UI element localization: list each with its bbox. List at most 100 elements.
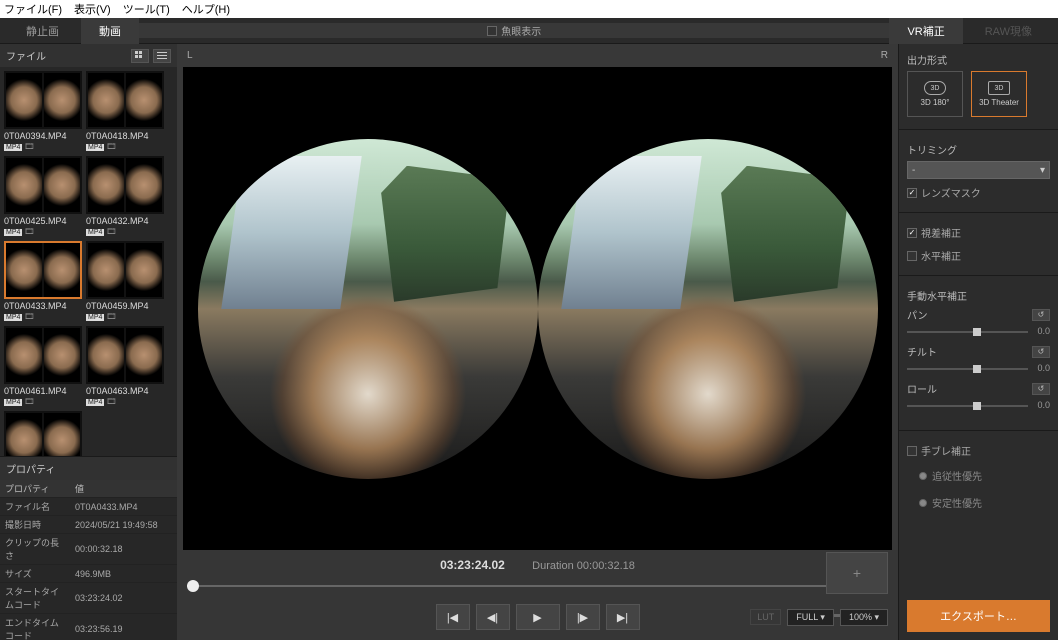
prop-val: 2024/05/21 19:49:58 xyxy=(70,516,177,534)
list-view-icon[interactable] xyxy=(153,49,171,63)
properties-header: プロパティ xyxy=(0,457,177,480)
export-button[interactable]: エクスポート… xyxy=(907,600,1050,632)
clip-icon: 🎞 xyxy=(106,397,116,406)
stabilize-label: 手ブレ補正 xyxy=(921,443,971,458)
left-eye-label: L xyxy=(187,50,193,61)
grid-view-icon[interactable] xyxy=(131,49,149,63)
output-3dtheater-button[interactable]: 3D 3D Theater xyxy=(971,71,1027,117)
tracking-priority-radio[interactable]: 追従性優先 xyxy=(919,468,1050,483)
tilt-value: 0.0 xyxy=(1037,363,1050,373)
tilt-reset-button[interactable]: ↺ xyxy=(1032,346,1050,358)
fisheye-label: 魚眼表示 xyxy=(501,23,541,38)
top-tab-bar: 静止画 動画 魚眼表示 VR補正 RAW現像 xyxy=(0,18,1058,44)
left-eye-view xyxy=(198,139,538,479)
output-3d180-button[interactable]: 3D 3D 180° xyxy=(907,71,963,117)
frame-back-button[interactable]: ◀| xyxy=(476,604,510,630)
thumbnail-item[interactable]: 0T0A0459.MP4MP4🎞 xyxy=(86,241,164,322)
clip-icon: 🎞 xyxy=(106,312,116,321)
clip-icon: 🎞 xyxy=(106,142,116,151)
center-panel: L R 03:23:24.02 Duration 00:00:32.18 🔊 xyxy=(177,44,898,640)
manual-horiz-label: 手動水平補正 xyxy=(907,288,1050,303)
clip-icon: 🎞 xyxy=(24,397,34,406)
preview-mode-select[interactable]: FULL ▾ xyxy=(787,609,834,626)
3d-icon: 3D xyxy=(924,81,946,95)
prop-val: 03:23:24.02 xyxy=(70,583,177,614)
horizontal-checkbox[interactable]: 水平補正 xyxy=(907,248,1050,263)
menu-tool[interactable]: ツール(T) xyxy=(123,1,170,17)
tab-still[interactable]: 静止画 xyxy=(8,18,77,44)
stability-priority-label: 安定性優先 xyxy=(932,495,982,510)
thumb-badge: MP4 xyxy=(4,144,22,151)
tilt-slider[interactable]: 0.0 xyxy=(907,363,1050,375)
trimming-select[interactable]: -▾ xyxy=(907,161,1050,179)
menu-view[interactable]: 表示(V) xyxy=(74,1,111,17)
zoom-select[interactable]: 100% ▾ xyxy=(840,609,888,626)
file-panel-header: ファイル xyxy=(0,44,177,67)
lut-toggle[interactable]: LUT xyxy=(750,609,781,625)
property-row: 撮影日時2024/05/21 19:49:58 xyxy=(0,516,177,534)
prop-key: ファイル名 xyxy=(0,498,70,516)
right-eye-view xyxy=(538,139,878,479)
thumb-badge: MP4 xyxy=(4,314,22,321)
parallax-label: 視差補正 xyxy=(921,225,961,240)
skip-start-button[interactable]: |◀ xyxy=(436,604,470,630)
clip-icon: 🎞 xyxy=(24,312,34,321)
thumbnail-item[interactable]: 0T0A0432.MP4MP4🎞 xyxy=(86,156,164,237)
roll-value: 0.0 xyxy=(1037,400,1050,410)
transport-bar: 03:23:24.02 Duration 00:00:32.18 🔊 |◀ ◀|… xyxy=(177,550,898,640)
roll-reset-button[interactable]: ↺ xyxy=(1032,383,1050,395)
prop-val: 0T0A0433.MP4 xyxy=(70,498,177,516)
thumbnail-item[interactable]: 0T0A0394.MP4MP4🎞 xyxy=(4,71,82,152)
pan-reset-button[interactable]: ↺ xyxy=(1032,309,1050,321)
prop-col-key: プロパティ xyxy=(0,480,70,498)
thumb-filename: 0T0A0459.MP4 xyxy=(86,301,164,311)
menu-file[interactable]: ファイル(F) xyxy=(4,1,62,17)
prop-val: 03:23:56.19 xyxy=(70,614,177,640)
skip-end-button[interactable]: ▶| xyxy=(606,604,640,630)
output-3dtheater-label: 3D Theater xyxy=(979,98,1019,107)
thumbnail-item[interactable]: 0T0A0433.MP4 MP4🎞 xyxy=(4,241,82,322)
duration-value: 00:00:32.18 xyxy=(577,560,635,572)
pan-slider[interactable]: 0.0 xyxy=(907,326,1050,338)
output-3d180-label: 3D 180° xyxy=(921,98,950,107)
prop-key: 撮影日時 xyxy=(0,516,70,534)
roll-slider[interactable]: 0.0 xyxy=(907,400,1050,412)
menu-help[interactable]: ヘルプ(H) xyxy=(182,1,230,17)
chevron-down-icon: ▾ xyxy=(1040,165,1045,176)
tab-movie[interactable]: 動画 xyxy=(81,18,139,44)
tilt-label: チルト xyxy=(907,344,937,359)
thumbnail-item[interactable]: 0T0A0418.MP4MP4🎞 xyxy=(86,71,164,152)
pan-label: パン xyxy=(907,307,928,322)
trimming-value: - xyxy=(912,165,915,176)
thumb-badge: MP4 xyxy=(86,399,104,406)
lens-mask-label: レンズマスク xyxy=(921,185,981,200)
stabilize-checkbox[interactable]: 手ブレ補正 xyxy=(907,443,1050,458)
prop-key: クリップの長さ xyxy=(0,534,70,565)
3d-theater-icon: 3D xyxy=(988,81,1010,95)
clip-icon: 🎞 xyxy=(24,227,34,236)
play-button[interactable]: ▶ xyxy=(516,604,560,630)
thumbnail-item[interactable]: 0T0A0425.MP4MP4🎞 xyxy=(4,156,82,237)
tab-raw: RAW現像 xyxy=(967,18,1050,44)
thumb-filename: 0T0A0433.MP4 xyxy=(4,301,82,311)
thumbnail-item[interactable]: 0T0A0464.MP4MP4🎞 xyxy=(4,411,82,456)
seek-bar[interactable]: 🔊 xyxy=(187,578,888,594)
vr-preview xyxy=(183,67,892,550)
thumbnail-item[interactable]: 0T0A0463.MP4MP4🎞 xyxy=(86,326,164,407)
property-row: クリップの長さ00:00:32.18 xyxy=(0,534,177,565)
property-row: スタートタイムコード03:23:24.02 xyxy=(0,583,177,614)
fisheye-checkbox[interactable]: 魚眼表示 xyxy=(487,23,541,38)
thumbnail-item[interactable]: 0T0A0461.MP4MP4🎞 xyxy=(4,326,82,407)
prop-key: エンドタイムコード xyxy=(0,614,70,640)
right-eye-label: R xyxy=(881,50,888,61)
stability-priority-radio[interactable]: 安定性優先 xyxy=(919,495,1050,510)
parallax-checkbox[interactable]: 視差補正 xyxy=(907,225,1050,240)
lens-mask-checkbox[interactable]: レンズマスク xyxy=(907,185,981,200)
horizontal-label: 水平補正 xyxy=(921,248,961,263)
frame-fwd-button[interactable]: |▶ xyxy=(566,604,600,630)
property-row: ファイル名0T0A0433.MP4 xyxy=(0,498,177,516)
thumb-badge: MP4 xyxy=(86,229,104,236)
menu-bar: ファイル(F) 表示(V) ツール(T) ヘルプ(H) xyxy=(0,0,1058,18)
tab-vr[interactable]: VR補正 xyxy=(889,18,962,44)
add-marker-button[interactable]: + xyxy=(826,552,888,594)
